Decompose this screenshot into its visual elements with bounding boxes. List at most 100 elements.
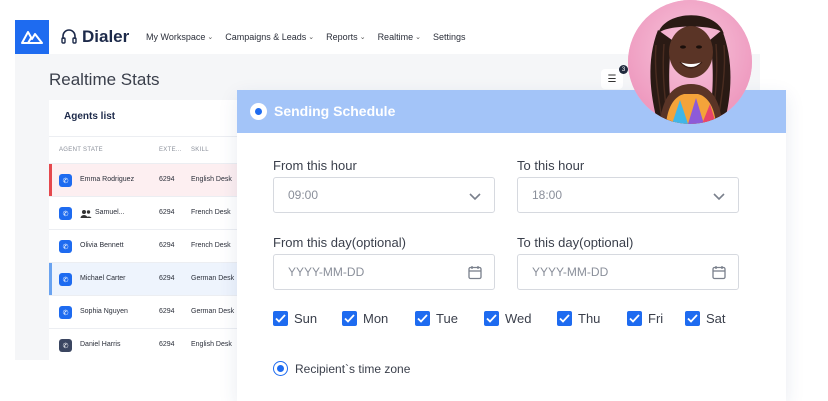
agent-name: Samuel... [95,209,125,216]
table-row[interactable]: ✆ Emma Rodriguez 6294 English Desk [49,164,239,197]
calendar-icon[interactable] [712,265,726,280]
group-icon [80,210,92,218]
checkbox-sat[interactable]: Sat [685,311,726,326]
column-agent-state[interactable]: AGENT STATE [59,147,103,153]
column-extension[interactable]: EXTE... [159,147,182,153]
day-label: Mon [363,311,389,326]
brand-name: Dialer [82,27,130,46]
agent-name: Olivia Bennett [80,242,124,249]
avatar [628,0,752,124]
day-label: Fri [648,311,664,326]
nav-reports[interactable]: Reports ⌄ [326,32,365,42]
timezone-label: Recipient`s time zone [295,361,411,376]
app-logo[interactable] [15,20,49,54]
from-hour-select[interactable]: 09:00 [273,177,495,213]
agents-list-panel: Agents list AGENT STATE EXTE... SKILL ✆ … [49,100,239,360]
chevron-down-icon: ⌄ [207,34,214,41]
agent-skill: French Desk [191,209,231,216]
to-hour-label: To this hour [517,158,585,173]
agent-skill: English Desk [191,341,232,348]
agent-extension: 6294 [159,275,175,282]
logo-icon [21,31,43,44]
agent-extension: 6294 [159,341,175,348]
to-day-placeholder: YYYY-MM-DD [532,265,609,279]
nav-campaigns-leads[interactable]: Campaigns & Leads ⌄ [225,32,314,42]
checkbox-thu[interactable]: Thu [557,311,600,326]
checkbox-sun[interactable]: Sun [273,311,317,326]
from-hour-value: 09:00 [288,188,319,202]
agent-extension: 6294 [159,242,175,249]
from-day-input[interactable]: YYYY-MM-DD [273,254,495,290]
schedule-radio[interactable] [250,103,267,120]
brand: Dialer [60,27,129,47]
table-row[interactable]: ✆ Sophia Nguyen 6294 German Desk [49,296,239,329]
radio-dot [277,365,284,372]
day-label: Tue [436,311,458,326]
phone-icon: ✆ [59,207,72,220]
check-icon [557,311,572,326]
check-icon [627,311,642,326]
agent-name: Daniel Harris [80,341,121,348]
phone-icon: ✆ [59,306,72,319]
agent-name: Emma Rodriguez [80,176,135,183]
timezone-radio[interactable] [273,361,288,376]
nav-label: Settings [432,32,466,42]
table-row[interactable]: ✆ Samuel... 6294 French Desk [49,197,239,230]
agent-extension: 6294 [159,308,175,315]
filter-count-badge: 3 [619,65,628,74]
checkbox-fri[interactable]: Fri [627,311,663,326]
agent-name: Sophia Nguyen [80,308,128,315]
agent-name: Michael Carter [80,275,126,282]
from-day-placeholder: YYYY-MM-DD [288,265,365,279]
from-hour-label: From this hour [273,158,357,173]
agent-skill: German Desk [191,275,235,282]
agent-skill: German Desk [191,308,235,315]
page-title: Realtime Stats [49,70,160,89]
day-label: Sat [706,311,726,326]
nav-label: Campaigns & Leads [225,32,307,42]
phone-icon: ✆ [59,273,72,286]
to-hour-value: 18:00 [532,188,563,202]
table-row[interactable]: ✆ Michael Carter 6294 German Desk [49,263,239,296]
checkbox-mon[interactable]: Mon [342,311,388,326]
check-icon [273,311,288,326]
recipient-timezone-option[interactable]: Recipient`s time zone [273,361,410,376]
nav-label: My Workspace [146,32,206,42]
to-day-input[interactable]: YYYY-MM-DD [517,254,739,290]
phone-icon: ✆ [59,240,72,253]
chevron-down-icon [469,193,481,201]
agent-skill: English Desk [191,176,232,183]
stage: Dialer My Workspace ⌄ Campaigns & Leads ⌄ … [0,0,828,401]
day-label: Wed [505,311,532,326]
checkbox-wed[interactable]: Wed [484,311,532,326]
column-skill[interactable]: SKILL [191,147,209,153]
chevron-down-icon: ⌄ [359,34,366,41]
headset-icon [61,29,77,44]
table-row[interactable]: ✆ Olivia Bennett 6294 French Desk [49,230,239,263]
table-row[interactable]: ✆ Daniel Harris 6294 English Desk [49,329,239,360]
check-icon [685,311,700,326]
nav-my-workspace[interactable]: My Workspace ⌄ [146,32,213,42]
sending-schedule-title: Sending Schedule [274,103,396,119]
nav-label: Realtime [377,32,414,42]
to-day-label: To this day(optional) [517,235,634,250]
radio-dot [255,108,262,115]
calendar-icon[interactable] [468,265,482,280]
agent-skill: French Desk [191,242,231,249]
chevron-down-icon: ⌄ [415,34,421,41]
agents-list-title: Agents list [64,111,116,122]
nav-settings[interactable]: Settings [433,32,466,42]
from-day-label: From this day(optional) [273,235,406,250]
check-icon [415,311,430,326]
sending-schedule-card: Sending Schedule From this hour 09:00 To… [237,90,786,401]
check-icon [484,311,499,326]
checkbox-tue[interactable]: Tue [415,311,458,326]
to-hour-select[interactable]: 18:00 [517,177,739,213]
agent-extension: 6294 [159,209,175,216]
agents-table-header: AGENT STATE EXTE... SKILL [49,136,239,164]
chevron-down-icon [713,193,725,201]
nav-realtime[interactable]: Realtime ⌄ [378,32,421,42]
main-nav: My Workspace ⌄ Campaigns & Leads ⌄ Reports… [146,20,465,54]
sliders-icon: ☰ [607,73,617,85]
chevron-down-icon: ⌄ [308,34,315,41]
